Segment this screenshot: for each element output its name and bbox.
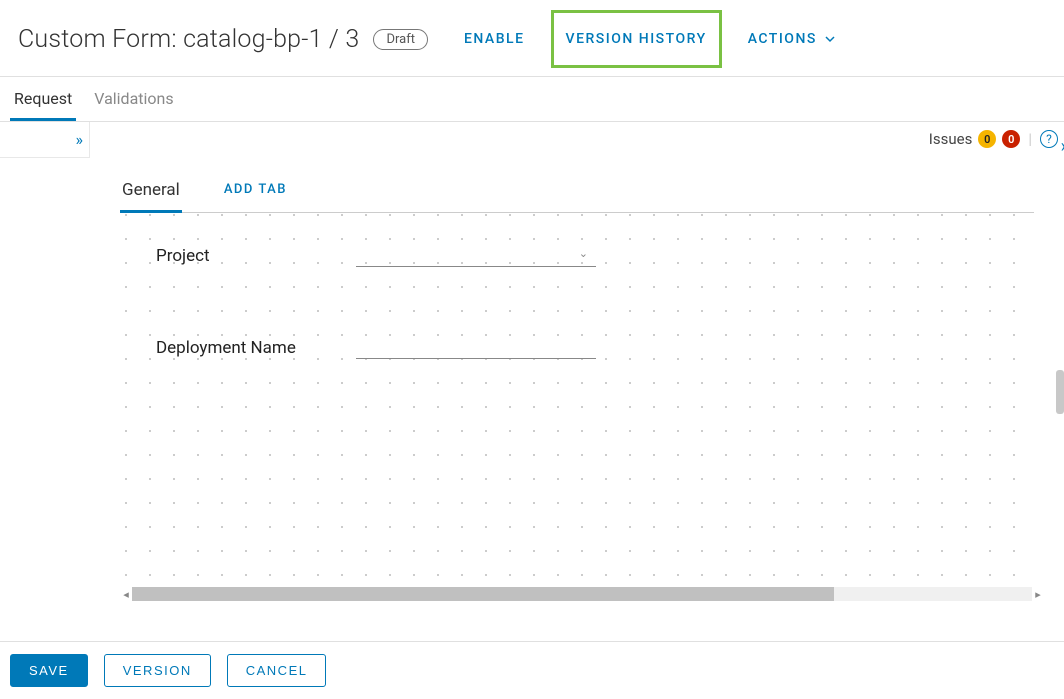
deployment-name-input[interactable] [356, 337, 596, 359]
expand-left-icon[interactable]: » [76, 130, 84, 149]
footer: SAVE VERSION CANCEL [0, 641, 1064, 699]
form-tab-general[interactable]: General [120, 174, 182, 213]
vertical-scroll-thumb[interactable] [1056, 370, 1064, 414]
deployment-name-label: Deployment Name [156, 338, 356, 358]
status-badge: Draft [373, 29, 428, 50]
scroll-track[interactable] [132, 587, 1032, 601]
field-deployment-name[interactable]: Deployment Name [156, 337, 596, 359]
enable-button[interactable]: ENABLE [456, 19, 533, 59]
version-button[interactable]: VERSION [104, 654, 211, 687]
canvas-wrap: Project ⌄ Deployment Name [120, 213, 1034, 585]
main-area: Issues 0 0 | ? › General ADD TAB Project… [90, 122, 1064, 647]
left-panel-collapsed: » [0, 122, 90, 158]
actions-label: ACTIONS [748, 31, 817, 47]
tab-request[interactable]: Request [10, 77, 76, 121]
scroll-thumb[interactable] [132, 587, 834, 601]
project-label: Project [156, 246, 356, 266]
version-history-button[interactable]: VERSION HISTORY [551, 10, 722, 68]
page-title: Custom Form: catalog-bp-1 / 3 [18, 25, 359, 54]
page-header: Custom Form: catalog-bp-1 / 3 Draft ENAB… [0, 0, 1064, 77]
expand-right-icon[interactable]: › [1061, 136, 1064, 157]
form-canvas[interactable]: Project ⌄ Deployment Name [120, 213, 1034, 585]
divider: | [1028, 130, 1032, 148]
tab-validations[interactable]: Validations [90, 77, 177, 121]
cancel-button[interactable]: CANCEL [227, 654, 327, 687]
error-count-badge[interactable]: 0 [1002, 130, 1020, 148]
add-tab-button[interactable]: ADD TAB [222, 176, 289, 212]
workspace: » Issues 0 0 | ? › General ADD TAB Proje… [0, 122, 1064, 647]
scroll-left-icon[interactable]: ◂ [120, 588, 132, 601]
scroll-right-icon[interactable]: ▸ [1032, 588, 1044, 601]
warning-count-badge[interactable]: 0 [978, 130, 996, 148]
header-actions: ENABLE VERSION HISTORY ACTIONS [456, 18, 844, 60]
horizontal-scrollbar[interactable]: ◂ ▸ [120, 585, 1044, 603]
chevron-down-icon [824, 33, 836, 45]
chevron-down-icon: ⌄ [579, 247, 588, 260]
issues-bar: Issues 0 0 | ? [90, 122, 1064, 156]
save-button[interactable]: SAVE [10, 654, 88, 687]
project-select[interactable]: ⌄ [356, 245, 596, 267]
actions-menu[interactable]: ACTIONS [740, 19, 844, 59]
issues-label: Issues [929, 130, 973, 148]
help-icon[interactable]: ? [1040, 130, 1058, 148]
form-tabs: General ADD TAB [120, 174, 1034, 213]
project-input[interactable] [356, 245, 596, 267]
field-project[interactable]: Project ⌄ [156, 245, 596, 267]
main-tabs: Request Validations [0, 77, 1064, 122]
